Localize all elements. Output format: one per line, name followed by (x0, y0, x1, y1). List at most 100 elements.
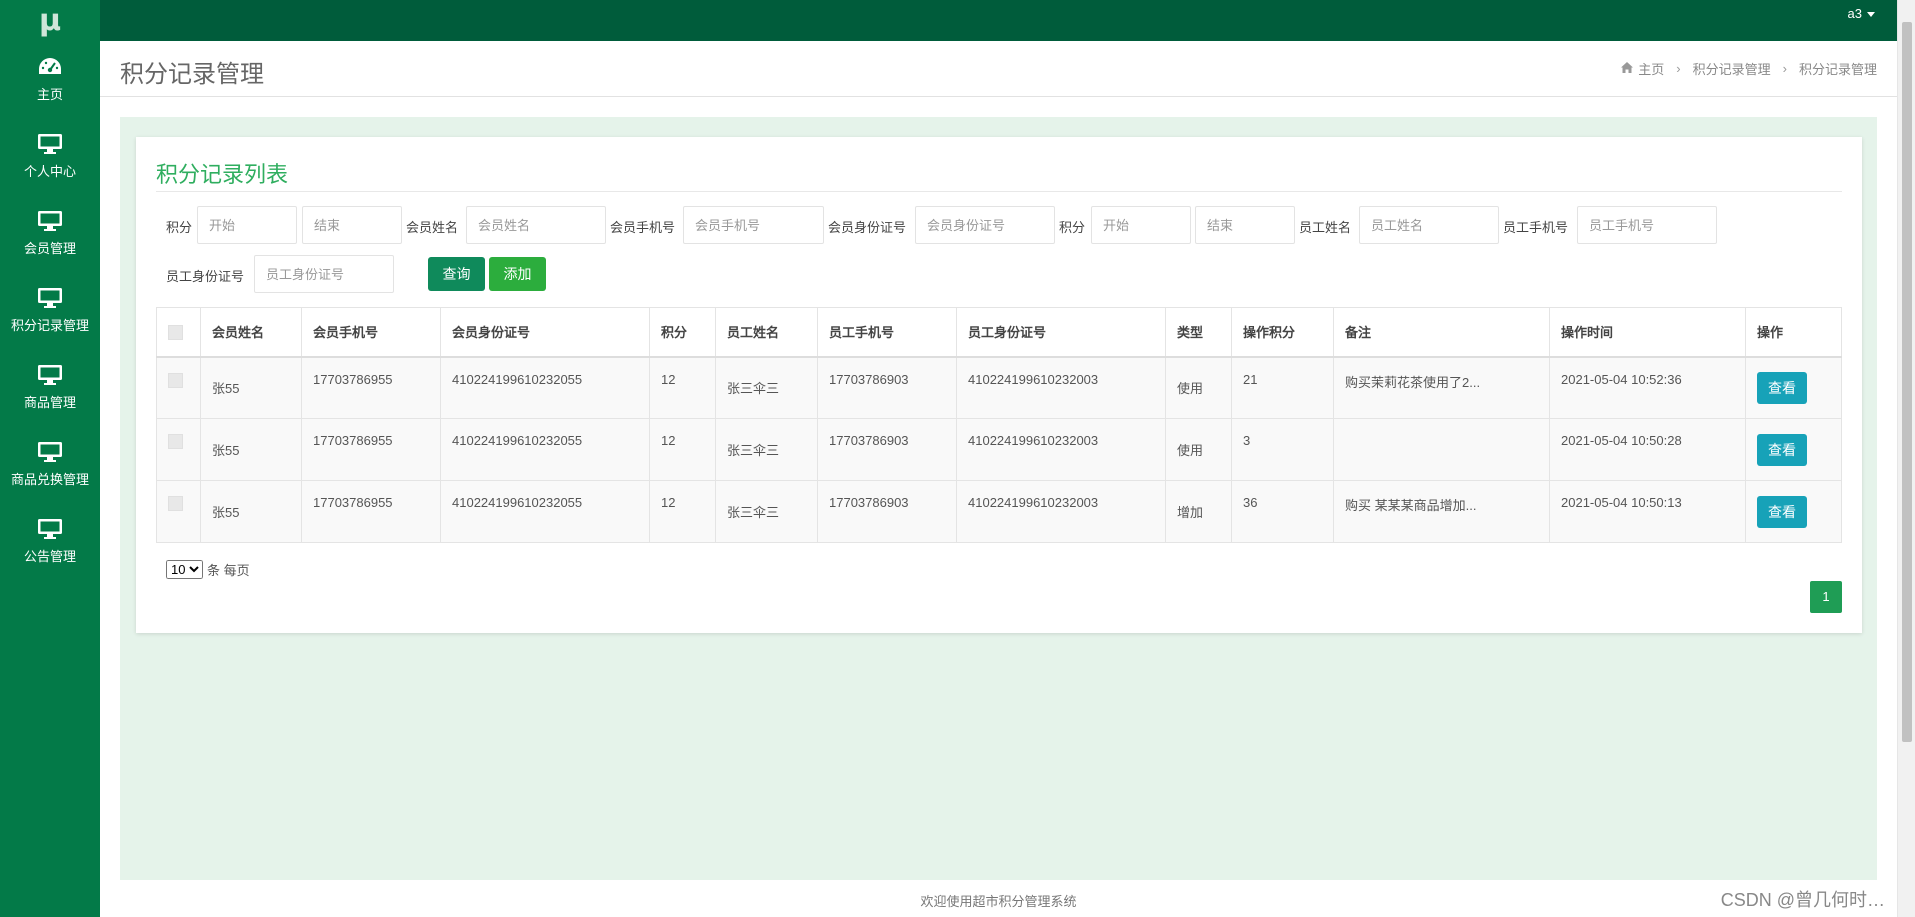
member-id-cell: 410224199610232055 (440, 418, 650, 481)
member-name-input[interactable] (466, 206, 606, 244)
sidebar-item-label: 积分记录管理 (10, 318, 89, 333)
home-icon (1621, 61, 1634, 76)
member-id-cell: 410224199610232055 (440, 356, 650, 419)
sidebar-item-home[interactable]: 主页 (0, 40, 100, 117)
page-header: 积分记录管理 主页 › 积分记录管理 › 积分记录管理 (100, 41, 1897, 97)
breadcrumb-item[interactable]: 积分记录管理 (1693, 59, 1771, 78)
table-row: 张55 17703786955 410224199610232055 12 张三… (156, 418, 1842, 481)
staff-phone-cell: 17703786903 (817, 418, 957, 481)
query-button[interactable]: 查询 (428, 257, 485, 291)
view-button[interactable]: 查看 (1757, 371, 1807, 404)
action-cell: 查看 (1745, 480, 1842, 543)
view-button[interactable]: 查看 (1757, 433, 1807, 466)
select-all-checkbox[interactable] (168, 324, 183, 340)
panel-title: 积分记录列表 (156, 162, 289, 187)
member-name-cell: 张55 (200, 418, 302, 481)
member-id-cell: 410224199610232055 (440, 480, 650, 543)
points2-end-input[interactable] (1195, 206, 1295, 244)
staff-phone-cell: 17703786903 (817, 356, 957, 419)
column-header: 积分 (649, 307, 716, 358)
breadcrumb-home[interactable]: 主页 (1638, 59, 1664, 78)
points-end-input[interactable] (302, 206, 402, 244)
member-phone-input[interactable] (683, 206, 824, 244)
sidebar-item-label: 商品管理 (23, 395, 76, 410)
column-header: 会员姓名 (200, 307, 302, 358)
app-logo: μ (38, 2, 62, 38)
sidebar-item-label: 公告管理 (23, 549, 76, 564)
staff-id-cell: 410224199610232003 (956, 418, 1166, 481)
staff-id-input[interactable] (254, 255, 394, 293)
row-checkbox[interactable] (168, 496, 183, 512)
select-all-cell (156, 307, 201, 358)
watermark: CSDN @曾几何时… (1720, 890, 1885, 910)
monitor-icon (37, 516, 63, 542)
staff-phone-input[interactable] (1577, 206, 1717, 244)
action-cell: 查看 (1745, 356, 1842, 419)
records-table: 会员姓名 会员手机号 会员身份证号 积分 员工姓名 员工手机号 员工身份证号 类… (156, 307, 1842, 543)
sidebar-item-exchanges[interactable]: 商品兑换管理 (0, 425, 100, 502)
row-checkbox[interactable] (168, 372, 183, 388)
points2-start-input[interactable] (1091, 206, 1191, 244)
monitor-icon (37, 208, 63, 234)
chevron-right-icon: › (1676, 61, 1681, 76)
monitor-icon (37, 131, 63, 157)
staff-name-cell: 张三伞三 (715, 480, 818, 543)
op-points-cell: 21 (1231, 356, 1334, 419)
column-header: 员工姓名 (715, 307, 818, 358)
action-cell: 查看 (1745, 418, 1842, 481)
view-button[interactable]: 查看 (1757, 495, 1807, 528)
sidebar-item-label: 主页 (36, 87, 63, 102)
type-cell: 使用 (1165, 356, 1232, 419)
row-checkbox[interactable] (168, 434, 183, 450)
caret-down-icon (1867, 12, 1875, 18)
points-label: 积分 (166, 220, 193, 235)
member-id-input[interactable] (915, 206, 1055, 244)
points-start-input[interactable] (197, 206, 297, 244)
top-bar: a3 (100, 0, 1915, 41)
column-header: 操作积分 (1231, 307, 1334, 358)
member-name-label: 会员姓名 (406, 220, 459, 235)
column-header: 操作时间 (1549, 307, 1746, 358)
remark-cell (1333, 418, 1550, 481)
dashboard-icon (37, 54, 63, 80)
op-points-cell: 3 (1231, 418, 1334, 481)
member-phone-cell: 17703786955 (301, 418, 441, 481)
scrollbar[interactable] (1897, 0, 1915, 917)
sidebar-item-members[interactable]: 会员管理 (0, 194, 100, 271)
sidebar-item-profile[interactable]: 个人中心 (0, 117, 100, 194)
remark-cell: 购买 某某某商品增加... (1333, 480, 1550, 543)
staff-phone-label: 员工手机号 (1503, 220, 1569, 235)
op-points-cell: 36 (1231, 480, 1334, 543)
username: a3 (1847, 6, 1862, 21)
sidebar-item-products[interactable]: 商品管理 (0, 348, 100, 425)
row-select-cell (156, 418, 201, 481)
points-cell: 12 (649, 418, 716, 481)
table-row: 张55 17703786955 410224199610232055 12 张三… (156, 480, 1842, 543)
points2-label: 积分 (1059, 220, 1086, 235)
staff-name-cell: 张三伞三 (715, 356, 818, 419)
breadcrumb: 主页 › 积分记录管理 › 积分记录管理 (1621, 59, 1877, 78)
sidebar: μ 主页 个人中心 会员管理 积分记录管理 商品管理 商品兑换管理 公告管理 (0, 0, 100, 917)
member-id-label: 会员身份证号 (828, 220, 907, 235)
member-phone-cell: 17703786955 (301, 356, 441, 419)
records-panel: 积分记录列表 积分 会员姓名 会员手机号 会员身份证号 积分 员工姓名 员工手机… (136, 137, 1862, 633)
column-header: 员工身份证号 (956, 307, 1166, 358)
sidebar-item-points-records[interactable]: 积分记录管理 (0, 271, 100, 348)
staff-id-cell: 410224199610232003 (956, 480, 1166, 543)
staff-name-input[interactable] (1359, 206, 1499, 244)
type-cell: 使用 (1165, 418, 1232, 481)
page-1-button[interactable]: 1 (1810, 581, 1842, 613)
member-phone-label: 会员手机号 (610, 220, 676, 235)
monitor-icon (37, 439, 63, 465)
column-header: 会员身份证号 (440, 307, 650, 358)
sidebar-item-announcements[interactable]: 公告管理 (0, 502, 100, 579)
table-row: 张55 17703786955 410224199610232055 12 张三… (156, 356, 1842, 419)
page-size-select[interactable]: 10 (166, 560, 203, 579)
column-header: 会员手机号 (301, 307, 441, 358)
row-select-cell (156, 480, 201, 543)
user-menu[interactable]: a3 (1848, 6, 1875, 21)
add-button[interactable]: 添加 (489, 257, 546, 291)
footer: 欢迎使用超市积分管理系统 (100, 880, 1897, 917)
scrollbar-thumb[interactable] (1902, 22, 1912, 742)
member-name-cell: 张55 (200, 480, 302, 543)
